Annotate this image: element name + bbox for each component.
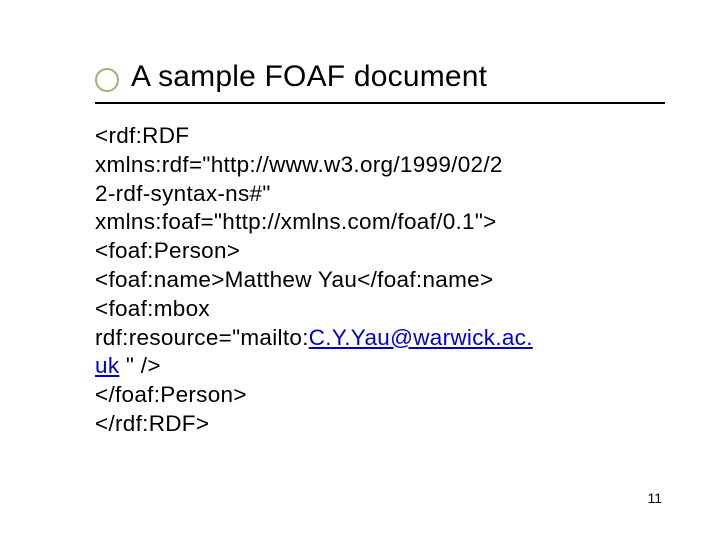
code-text: rdf:resource="mailto:	[95, 325, 309, 350]
code-block: <rdf:RDF xmlns:rdf="http://www.w3.org/19…	[95, 122, 670, 439]
code-line: <foaf:name>Matthew Yau</foaf:name>	[95, 266, 670, 295]
code-line: </foaf:Person>	[95, 381, 670, 410]
page-number: 11	[647, 490, 662, 506]
code-line: rdf:resource="mailto:C.Y.Yau@warwick.ac.	[95, 324, 670, 353]
code-line: <foaf:mbox	[95, 295, 670, 324]
code-line: <rdf:RDF	[95, 122, 670, 151]
code-line: xmlns:foaf="http://xmlns.com/foaf/0.1">	[95, 208, 670, 237]
code-line: 2-rdf-syntax-ns#"	[95, 180, 670, 209]
slide-title: A sample FOAF document	[131, 60, 487, 94]
code-line: </rdf:RDF>	[95, 410, 670, 439]
code-line: xmlns:rdf="http://www.w3.org/1999/02/2	[95, 151, 670, 180]
title-underline	[95, 102, 665, 104]
email-link[interactable]: uk	[95, 353, 119, 378]
slide: A sample FOAF document <rdf:RDF xmlns:rd…	[0, 0, 720, 540]
code-line: <foaf:Person>	[95, 237, 670, 266]
code-text: " />	[119, 353, 160, 378]
email-link[interactable]: C.Y.Yau@warwick.ac.	[309, 325, 533, 350]
bullet-icon	[95, 68, 119, 92]
title-row: A sample FOAF document	[95, 60, 670, 94]
code-line: uk " />	[95, 352, 670, 381]
